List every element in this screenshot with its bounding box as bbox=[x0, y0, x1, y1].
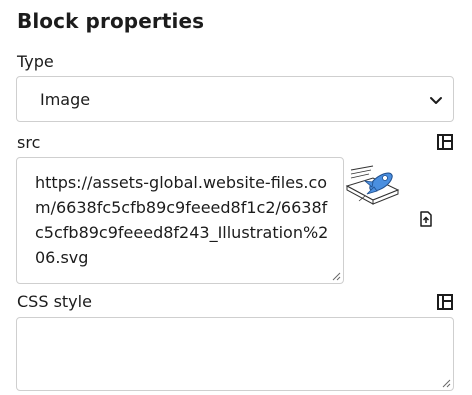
layout-panel-icon[interactable] bbox=[437, 134, 453, 150]
rocket-illustration bbox=[345, 165, 400, 205]
src-input[interactable]: https://assets-global.website-files.com/… bbox=[16, 157, 344, 284]
file-upload-icon[interactable] bbox=[419, 211, 433, 227]
type-select-value: Image bbox=[40, 90, 91, 109]
chevron-down-icon bbox=[430, 97, 442, 104]
src-input-value: https://assets-global.website-files.com/… bbox=[35, 173, 329, 267]
resize-handle-icon[interactable] bbox=[331, 271, 341, 281]
panel-title: Block properties bbox=[17, 9, 205, 33]
css-style-label: CSS style bbox=[17, 292, 92, 311]
src-label: src bbox=[17, 133, 41, 152]
type-select[interactable]: Image bbox=[16, 76, 454, 122]
type-label: Type bbox=[17, 52, 54, 71]
resize-handle-icon[interactable] bbox=[441, 378, 451, 388]
layout-panel-icon[interactable] bbox=[437, 294, 453, 310]
css-style-input[interactable] bbox=[16, 317, 454, 391]
